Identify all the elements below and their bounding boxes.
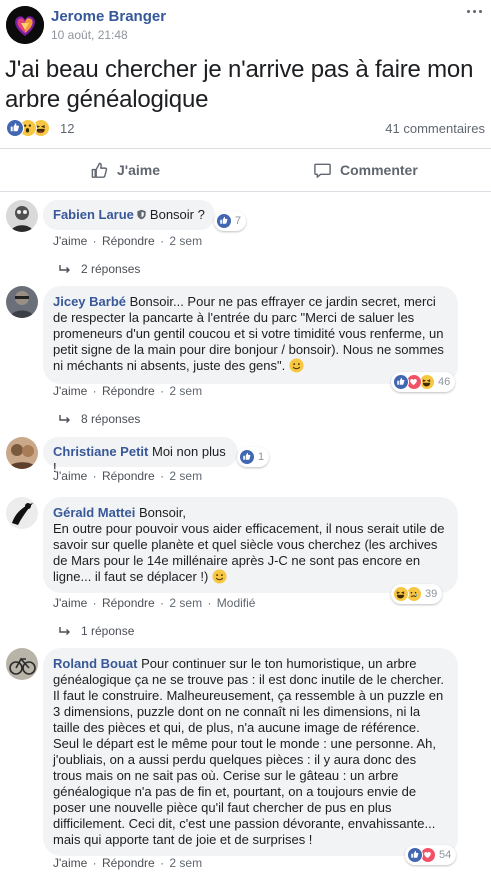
comment-edited-label[interactable]: Modifié: [217, 596, 256, 610]
avatar-photo-icon: [6, 648, 38, 680]
author-avatar[interactable]: [6, 6, 44, 44]
comment-text: Pour continuer sur le ton humoristique, …: [53, 656, 444, 847]
comment-meta: J'aime · Répondre · 2 sem: [53, 384, 203, 398]
comment-bubble: Jicey Barbé Bonsoir... Pour ne pas effra…: [43, 286, 458, 384]
reactions-summary: 12 41 commentaires: [6, 119, 485, 139]
comment-reactions[interactable]: 46: [391, 372, 456, 392]
comment-reaction-count: 1: [258, 451, 265, 463]
comment-reply-link[interactable]: Répondre: [102, 596, 155, 610]
comment-meta: J'aime · Répondre · 2 sem: [53, 234, 203, 248]
replies-count: 2 réponses: [81, 262, 141, 276]
commenter-name[interactable]: Roland Bouat: [53, 656, 138, 671]
comment-meta: J'aime · Répondre · 2 sem: [53, 856, 203, 870]
comment-reply-link[interactable]: Répondre: [102, 856, 155, 870]
comment-bubble: Roland Bouat Pour continuer sur le ton h…: [43, 648, 458, 856]
comment-reactions[interactable]: 1: [237, 447, 270, 467]
comment-reactions[interactable]: 7: [214, 211, 247, 231]
smile-emoji-icon: [212, 569, 227, 584]
reply-arrow-icon: [59, 415, 70, 423]
comment-reactions[interactable]: 54: [405, 845, 457, 865]
comment-time[interactable]: 2 sem: [169, 856, 202, 870]
haha-icon: [393, 586, 409, 602]
replies-count: 1 réponse: [81, 624, 135, 638]
post-author-name[interactable]: Jerome Branger: [51, 8, 166, 25]
view-replies-link[interactable]: 1 réponse: [59, 624, 134, 638]
comment-text: Bonsoir ?: [149, 207, 205, 222]
reply-arrow-icon: [59, 265, 70, 273]
comment-reply-link[interactable]: Répondre: [102, 234, 155, 248]
like-icon: [393, 374, 409, 390]
commenter-name[interactable]: Fabien Larue: [53, 207, 134, 222]
avatar-photo-icon: [6, 437, 38, 469]
comment-text-line1: Bonsoir,: [138, 505, 186, 520]
comment-reaction-count: 39: [425, 588, 438, 600]
comment-meta: J'aime · Répondre · 2 sem · Modifié: [53, 596, 256, 610]
view-replies-link[interactable]: 8 réponses: [59, 412, 140, 426]
comment-like-link[interactable]: J'aime: [53, 856, 87, 870]
comment-label: Commenter: [340, 162, 418, 178]
comment-button[interactable]: Commenter: [313, 149, 418, 191]
comment-bubble: Fabien Larue Bonsoir ?: [43, 200, 215, 230]
shield-badge-icon: [137, 209, 146, 220]
comment-time[interactable]: 2 sem: [169, 234, 202, 248]
comment-like-link[interactable]: J'aime: [53, 469, 87, 483]
commenter-name[interactable]: Christiane Petit: [53, 444, 148, 459]
commenter-avatar[interactable]: [6, 286, 38, 318]
comment-like-link[interactable]: J'aime: [53, 596, 87, 610]
avatar-photo-icon: [6, 497, 38, 529]
more-options-icon[interactable]: [465, 6, 483, 20]
reply-arrow-icon: [59, 627, 70, 635]
comment-like-link[interactable]: J'aime: [53, 384, 87, 398]
comment-reply-link[interactable]: Répondre: [102, 384, 155, 398]
heart-logo-icon: [6, 6, 44, 44]
commenter-avatar[interactable]: [6, 648, 38, 680]
comment-reaction-count: 7: [235, 215, 242, 227]
thumbs-up-icon: [91, 162, 108, 178]
comments-count[interactable]: 41 commentaires: [385, 121, 485, 136]
commenter-avatar[interactable]: [6, 437, 38, 469]
like-icon: [239, 449, 255, 465]
comment-reaction-count: 54: [439, 849, 452, 861]
like-icon: [407, 847, 423, 863]
avatar-photo-icon: [6, 286, 38, 318]
comment-bubble: Gérald Mattei Bonsoir, En outre pour pou…: [43, 497, 458, 593]
commenter-name[interactable]: Gérald Mattei: [53, 505, 135, 520]
like-button[interactable]: J'aime: [90, 149, 160, 191]
reaction-count[interactable]: 12: [60, 121, 74, 136]
commenter-name[interactable]: Jicey Barbé: [53, 294, 126, 309]
post-text: J'ai beau chercher je n'arrive pas à fai…: [5, 56, 474, 113]
like-label: J'aime: [117, 162, 161, 178]
comment-text: En outre pour pouvoir vous aider efficac…: [53, 521, 445, 584]
post-timestamp[interactable]: 10 août, 21:48: [51, 28, 128, 42]
comment-meta: J'aime · Répondre · 2 sem: [53, 469, 203, 483]
smile-emoji-icon: [289, 358, 304, 373]
comment-reactions[interactable]: 39: [391, 584, 443, 604]
comment-bubble: Christiane Petit Moi non plus !: [43, 437, 238, 475]
post-header: Jerome Branger 10 août, 21:48: [0, 0, 491, 48]
avatar-photo-icon: [6, 200, 38, 232]
comment-time[interactable]: 2 sem: [169, 469, 202, 483]
comment-like-link[interactable]: J'aime: [53, 234, 87, 248]
comment-time[interactable]: 2 sem: [169, 596, 202, 610]
action-bar: J'aime Commenter: [0, 148, 491, 192]
like-icon: [6, 119, 24, 137]
comment-icon: [314, 163, 331, 178]
like-icon: [216, 213, 232, 229]
comment-time[interactable]: 2 sem: [169, 384, 202, 398]
comment-reaction-count: 46: [438, 376, 451, 388]
replies-count: 8 réponses: [81, 412, 141, 426]
comment-reply-link[interactable]: Répondre: [102, 469, 155, 483]
commenter-avatar[interactable]: [6, 200, 38, 232]
commenter-avatar[interactable]: [6, 497, 38, 529]
view-replies-link[interactable]: 2 réponses: [59, 262, 140, 276]
